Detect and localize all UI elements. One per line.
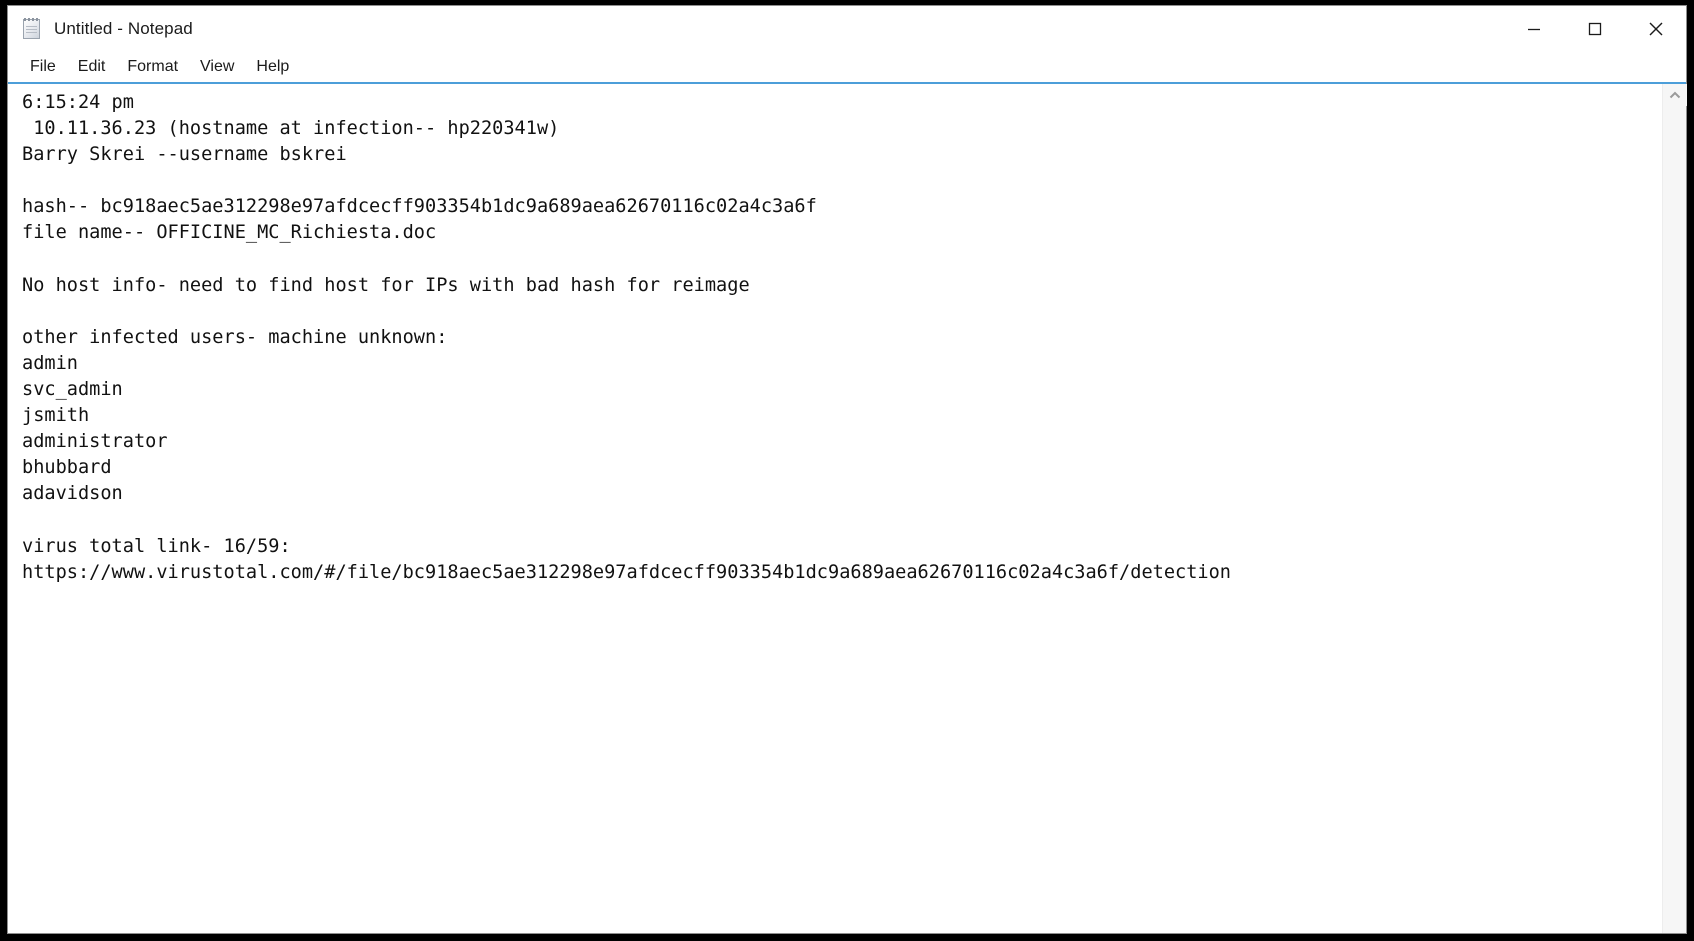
document-text[interactable]: 6:15:24 pm 10.11.36.23 (hostname at infe… — [22, 90, 1662, 586]
vertical-scrollbar[interactable] — [1662, 84, 1687, 933]
menu-item-file[interactable]: File — [19, 56, 67, 79]
text-editor[interactable]: 6:15:24 pm 10.11.36.23 (hostname at infe… — [8, 84, 1662, 933]
title-bar: Untitled - Notepad — [8, 6, 1686, 52]
window-controls — [1503, 6, 1686, 52]
maximize-button[interactable] — [1564, 6, 1625, 52]
close-button[interactable] — [1625, 6, 1686, 52]
menu-item-help[interactable]: Help — [245, 56, 300, 79]
window-title: Untitled - Notepad — [54, 19, 193, 38]
menu-item-view[interactable]: View — [189, 56, 245, 79]
minimize-button[interactable] — [1503, 6, 1564, 52]
scroll-up-arrow-icon[interactable] — [1662, 84, 1687, 106]
menu-item-format[interactable]: Format — [116, 56, 189, 79]
menu-bar: File Edit Format View Help — [8, 52, 1686, 82]
notepad-window: Untitled - Notepad File Edit Format View… — [7, 5, 1687, 934]
title-bar-left: Untitled - Notepad — [8, 17, 193, 41]
scroll-track[interactable] — [1663, 106, 1686, 933]
menu-item-edit[interactable]: Edit — [67, 56, 117, 79]
notepad-icon — [21, 17, 43, 41]
editor-area: 6:15:24 pm 10.11.36.23 (hostname at infe… — [8, 84, 1687, 933]
